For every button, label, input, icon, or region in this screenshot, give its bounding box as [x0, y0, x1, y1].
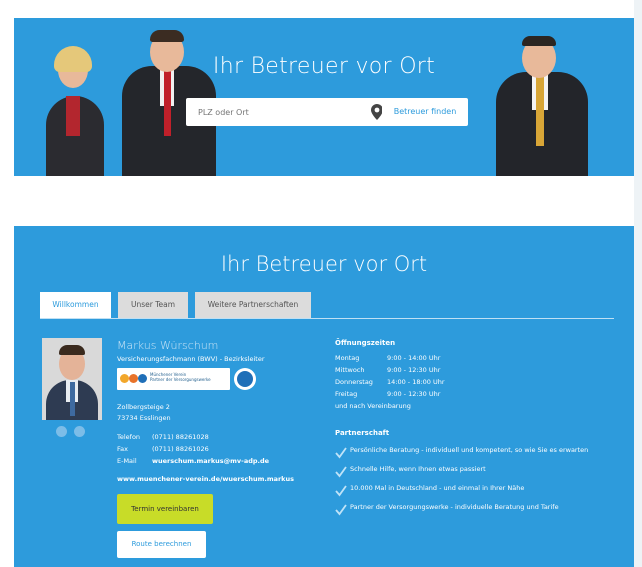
- hours-day: Montag: [335, 354, 360, 362]
- section-title: Ihr Betreuer vor Ort: [220, 252, 428, 276]
- partnership-heading: Partnerschaft: [335, 429, 390, 437]
- page-margin-left: [0, 0, 14, 567]
- check-icon: [335, 463, 347, 482]
- spacer: [14, 176, 634, 224]
- check-icon: [335, 444, 347, 463]
- badge-text: Münchener Verein Partner der Versorgungs…: [150, 372, 211, 382]
- fax-value: (0711) 88261026: [152, 445, 209, 453]
- page-scroll-gutter: [634, 0, 642, 567]
- quality-seal-icon: [234, 368, 256, 390]
- hero-banner: Ihr Betreuer vor Ort Betreuer finden: [14, 18, 634, 176]
- advisor-photo: [42, 338, 102, 420]
- partner-badge: Münchener Verein Partner der Versorgungs…: [117, 368, 230, 390]
- tab-underline: [40, 318, 614, 319]
- advisor-name: Markus Würschum: [117, 339, 219, 352]
- partnership-item: Schnelle Hilfe, wenn Ihnen etwas passier…: [350, 465, 486, 473]
- hours-time: 9:00 - 12:30 Uhr: [387, 390, 441, 398]
- partnership-item: 10.000 Mal in Deutschland - und einmal i…: [350, 484, 525, 492]
- badge-dot-icon: [138, 374, 147, 383]
- location-search-input[interactable]: [186, 98, 358, 126]
- advisor-section: Ihr Betreuer vor Ort Willkommen Unser Te…: [14, 226, 634, 567]
- hero-title: Ihr Betreuer vor Ort: [212, 54, 436, 79]
- advisor-role: Versicherungsfachmann (BWV) - Bezirkslei…: [117, 355, 265, 363]
- email-label: E-Mail: [117, 457, 137, 465]
- tab-welcome[interactable]: Willkommen: [40, 292, 111, 319]
- hours-time: 9:00 - 14:00 Uhr: [387, 354, 441, 362]
- hours-time: 14:00 - 18:00 Uhr: [387, 378, 445, 386]
- hours-day: Donnerstag: [335, 378, 373, 386]
- facebook-icon[interactable]: [56, 426, 67, 437]
- tab-more-partnerships[interactable]: Weitere Partnerschaften: [195, 292, 311, 318]
- badge-dot-icon: [120, 374, 129, 383]
- phone-label: Telefon: [117, 433, 141, 441]
- make-appointment-button[interactable]: Termin vereinbaren: [117, 494, 213, 524]
- hours-day: Freitag: [335, 390, 358, 398]
- badge-dot-icon: [129, 374, 138, 383]
- address-city: 73734 Esslingen: [117, 414, 171, 422]
- check-icon: [335, 482, 347, 501]
- partnership-item: Persönliche Beratung - individuell und k…: [350, 446, 589, 454]
- find-advisor-button[interactable]: Betreuer finden: [382, 98, 468, 126]
- calculate-route-button[interactable]: Route berechnen: [117, 531, 206, 558]
- partnership-item: Partner der Versorgungswerke - individue…: [350, 503, 559, 511]
- hours-day: Mittwoch: [335, 366, 365, 374]
- check-icon: [335, 501, 347, 520]
- phone-value[interactable]: (0711) 88261028: [152, 433, 209, 441]
- hours-note: und nach Vereinbarung: [335, 402, 411, 410]
- address-street: Zollbergsteige 2: [117, 403, 170, 411]
- fax-label: Fax: [117, 445, 128, 453]
- twitter-icon[interactable]: [74, 426, 85, 437]
- hours-time: 9:00 - 12:30 Uhr: [387, 366, 441, 374]
- opening-hours-heading: Öffnungszeiten: [335, 339, 396, 347]
- tab-our-team[interactable]: Unser Team: [118, 292, 188, 318]
- website-link[interactable]: www.muenchener-verein.de/wuerschum.marku…: [117, 475, 294, 483]
- location-search-field[interactable]: [186, 98, 391, 126]
- email-link[interactable]: wuerschum.markus@mv-adp.de: [152, 457, 269, 465]
